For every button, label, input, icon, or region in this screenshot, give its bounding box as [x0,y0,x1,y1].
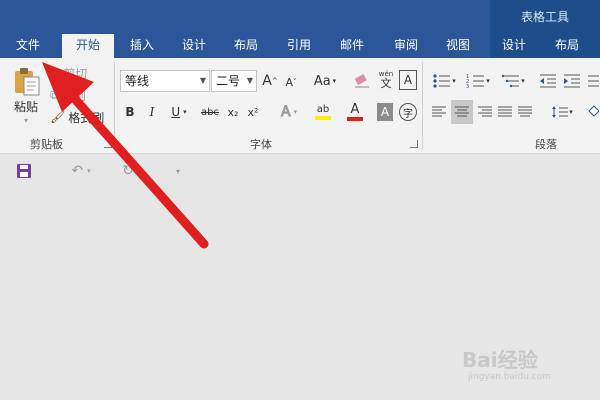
watermark-brand: Bai经验 [462,348,538,372]
word-window: 表格工具 文件 开始 插入 设计 布局 引用 邮件 审阅 视图 设计 布局 粘贴… [0,0,600,400]
watermark-url: jingyan.baidu.com [468,372,552,382]
annotation-arrow [42,62,209,249]
